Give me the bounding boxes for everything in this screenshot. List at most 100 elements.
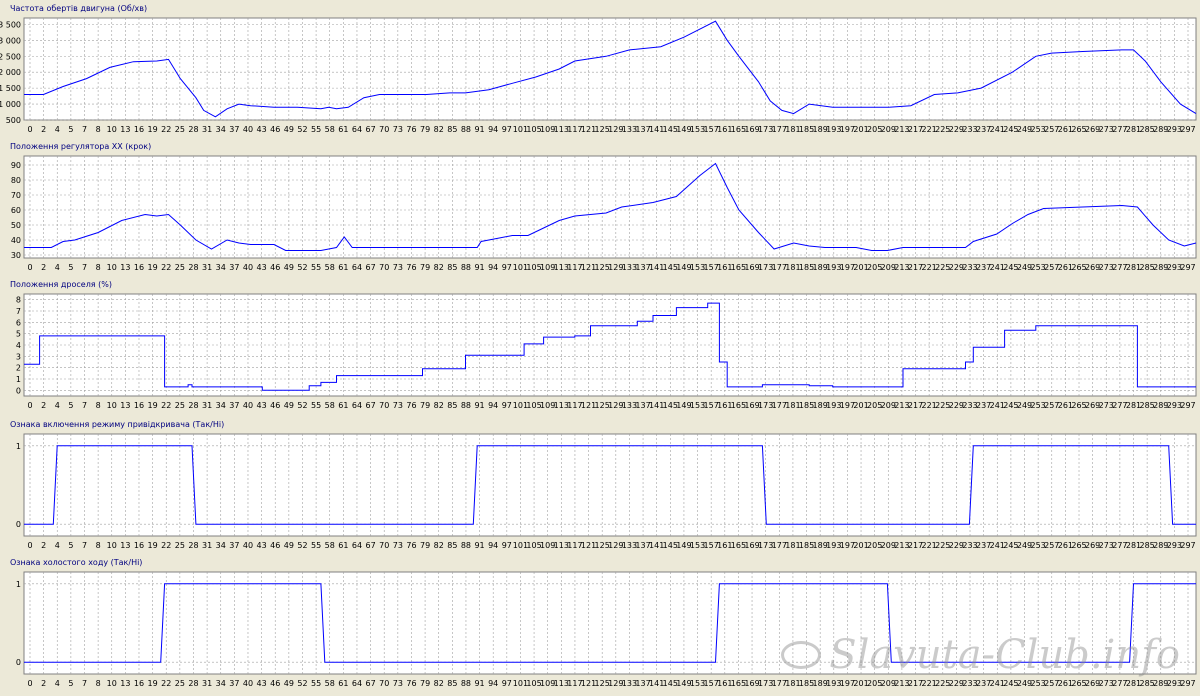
- x-tick-label: 85: [447, 541, 457, 550]
- x-tick-label: 34: [216, 125, 226, 134]
- x-tick-label: 94: [488, 125, 498, 134]
- x-tick-label: 64: [352, 679, 362, 688]
- y-tick-label: 4: [16, 341, 21, 350]
- y-tick-label: 1: [16, 580, 21, 589]
- x-tick-label: 91: [474, 541, 484, 550]
- x-tick-label: 73: [393, 125, 403, 134]
- x-tick-label: 5: [68, 125, 73, 134]
- x-tick-label: 8: [96, 541, 101, 550]
- x-tick-label: 37: [229, 401, 239, 410]
- x-tick-label: 82: [434, 541, 444, 550]
- watermark: Slavuta-Club.info: [781, 632, 1180, 678]
- x-tick-label: 46: [270, 541, 280, 550]
- y-tick-label: 1: [16, 442, 21, 451]
- y-tick-label: 500: [6, 116, 21, 125]
- x-tick-label: 94: [488, 679, 498, 688]
- x-tick-label: 16: [134, 125, 144, 134]
- x-tick-label: 94: [488, 541, 498, 550]
- x-tick-label: 13: [120, 541, 130, 550]
- x-tick-label: 2: [41, 125, 46, 134]
- x-tick-label: 58: [325, 125, 335, 134]
- x-tick-label: 10: [107, 679, 117, 688]
- x-tick-label: 34: [216, 401, 226, 410]
- x-tick-label: 297: [1180, 401, 1195, 410]
- x-tick-label: 7: [82, 263, 87, 272]
- x-tick-label: 70: [379, 263, 389, 272]
- y-tick-label: 1 000: [0, 100, 21, 109]
- x-tick-label: 16: [134, 263, 144, 272]
- x-tick-label: 76: [406, 263, 416, 272]
- x-tick-label: 52: [297, 401, 307, 410]
- x-tick-label: 97: [502, 401, 512, 410]
- x-tick-label: 70: [379, 679, 389, 688]
- x-tick-label: 5: [68, 263, 73, 272]
- y-tick-label: 40: [11, 236, 21, 245]
- x-tick-label: 58: [325, 679, 335, 688]
- x-tick-label: 34: [216, 679, 226, 688]
- x-tick-label: 73: [393, 541, 403, 550]
- x-tick-label: 76: [406, 679, 416, 688]
- x-tick-label: 79: [420, 125, 430, 134]
- x-tick-label: 16: [134, 541, 144, 550]
- x-tick-label: 19: [148, 401, 158, 410]
- x-tick-label: 91: [474, 263, 484, 272]
- x-tick-label: 13: [120, 125, 130, 134]
- x-tick-label: 8: [96, 125, 101, 134]
- y-tick-label: 3 000: [0, 36, 21, 45]
- x-tick-label: 43: [257, 541, 267, 550]
- y-tick-label: 1: [16, 375, 21, 384]
- y-tick-label: 0: [16, 658, 21, 667]
- y-tick-label: 60: [11, 206, 21, 215]
- x-tick-label: 52: [297, 263, 307, 272]
- x-tick-label: 85: [447, 401, 457, 410]
- x-tick-label: 58: [325, 401, 335, 410]
- y-tick-label: 8: [16, 296, 21, 305]
- x-tick-label: 28: [188, 401, 198, 410]
- y-tick-label: 80: [11, 176, 21, 185]
- x-tick-label: 2: [41, 401, 46, 410]
- x-tick-label: 7: [82, 679, 87, 688]
- x-tick-label: 58: [325, 263, 335, 272]
- y-tick-label: 2 000: [0, 68, 21, 77]
- x-tick-label: 10: [107, 401, 117, 410]
- x-tick-label: 76: [406, 541, 416, 550]
- x-tick-label: 31: [202, 125, 212, 134]
- x-tick-label: 55: [311, 263, 321, 272]
- x-tick-label: 67: [365, 125, 375, 134]
- x-tick-label: 52: [297, 125, 307, 134]
- y-tick-label: 70: [11, 191, 21, 200]
- rpm-chart: 0 2 4 5 7 8 10 13 16 19 22 25 28 31 34 37 40 43 46 49 52 55 58…: [0, 17, 1197, 134]
- x-tick-label: 22: [161, 541, 171, 550]
- throttle-chart: 0 2 4 5 7 8 10 13 16 19 22 25 28 31 34 37 40 43 46 49 52 55 58…: [16, 293, 1197, 410]
- x-tick-label: 88: [461, 125, 471, 134]
- x-tick-label: 0: [27, 679, 32, 688]
- x-tick-label: 46: [270, 679, 280, 688]
- x-tick-label: 22: [161, 263, 171, 272]
- x-tick-label: 76: [406, 401, 416, 410]
- x-tick-label: 19: [148, 541, 158, 550]
- x-tick-label: 22: [161, 125, 171, 134]
- y-tick-label: 0: [16, 520, 21, 529]
- x-tick-label: 40: [243, 401, 253, 410]
- x-tick-label: 34: [216, 541, 226, 550]
- y-tick-label: 2 500: [0, 52, 21, 61]
- x-tick-label: 28: [188, 679, 198, 688]
- x-tick-label: 58: [325, 541, 335, 550]
- x-tick-label: 70: [379, 401, 389, 410]
- y-tick-label: 90: [11, 161, 21, 170]
- x-tick-label: 8: [96, 263, 101, 272]
- x-tick-label: 25: [175, 541, 185, 550]
- x-tick-label: 8: [96, 401, 101, 410]
- x-tick-label: 7: [82, 125, 87, 134]
- x-tick-label: 28: [188, 541, 198, 550]
- x-tick-label: 28: [188, 125, 198, 134]
- x-tick-label: 91: [474, 679, 484, 688]
- x-tick-label: 85: [447, 679, 457, 688]
- x-tick-label: 49: [284, 541, 294, 550]
- x-tick-label: 4: [55, 679, 60, 688]
- x-tick-label: 88: [461, 401, 471, 410]
- throttle-panel: Положення дроселя (%) 0 2 4 5 7 8 10 13 16 19 22 25…: [0, 280, 1200, 418]
- x-tick-label: 91: [474, 125, 484, 134]
- x-tick-label: 73: [393, 679, 403, 688]
- x-tick-label: 16: [134, 679, 144, 688]
